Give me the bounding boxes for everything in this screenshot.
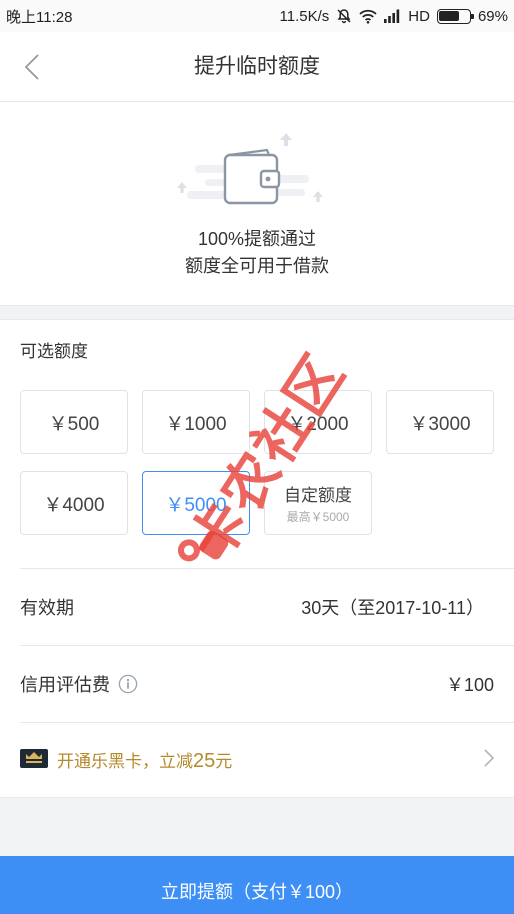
chevron-right-icon xyxy=(484,748,495,773)
promo-amount: 25 xyxy=(193,750,216,772)
battery-icon xyxy=(436,8,474,24)
info-icon[interactable] xyxy=(118,674,138,694)
amount-section-title: 可选额度 xyxy=(20,342,88,361)
promo-prefix: 开通乐黑卡，立减 xyxy=(57,752,193,771)
custom-amount-label: 自定额度 xyxy=(284,486,352,505)
wifi-icon xyxy=(359,9,377,24)
amount-option[interactable]: ￥2000 xyxy=(264,390,372,454)
bottom-spacer xyxy=(0,797,514,856)
page-title: 提升临时额度 xyxy=(194,55,320,78)
amount-option[interactable]: ￥500 xyxy=(20,390,128,454)
hero-section: 100%提额通过 额度全可用于借款 xyxy=(0,103,514,305)
fee-value: ￥100 xyxy=(445,675,494,695)
validity-value: 30天（至2017-10-11） xyxy=(301,598,484,618)
amount-option-selected[interactable]: ￥5000 xyxy=(142,471,250,535)
mute-icon xyxy=(336,8,352,24)
amount-option[interactable]: ￥4000 xyxy=(20,471,128,535)
amount-options: ￥500 ￥1000 ￥2000 ￥3000 ￥4000 ￥5000 自定额度 … xyxy=(20,390,494,535)
fee-label: 信用评估费 xyxy=(20,675,110,695)
status-time: 晚上11:28 xyxy=(6,8,73,26)
fee-row: 信用评估费 ￥100 xyxy=(0,646,514,722)
battery-percent: 69% xyxy=(477,7,508,25)
amount-option[interactable]: ￥3000 xyxy=(386,390,494,454)
network-speed: 11.5K/s xyxy=(279,7,330,25)
battery-level xyxy=(439,11,460,21)
app-screen: 晚上11:28 11.5K/s HD 69% 提升临时额度 100%提额通过 额… xyxy=(0,0,514,914)
validity-row: 有效期 30天（至2017-10-11） xyxy=(0,569,514,645)
promo-suffix: 元 xyxy=(215,752,233,771)
status-bar: 晚上11:28 11.5K/s HD 69% xyxy=(0,0,514,32)
chevron-left-icon xyxy=(24,54,39,80)
hero-subline: 额度全可用于借款 xyxy=(185,256,329,276)
black-card-promo[interactable]: 开通乐黑卡，立减25元 xyxy=(0,723,514,797)
custom-amount-max: 最高￥5000 xyxy=(286,510,350,524)
validity-label: 有效期 xyxy=(20,598,74,618)
amount-option[interactable]: ￥1000 xyxy=(142,390,250,454)
custom-amount-option[interactable]: 自定额度 最高￥5000 xyxy=(264,471,372,535)
network-type: HD xyxy=(408,7,430,25)
wallet-icon xyxy=(177,133,323,205)
back-button[interactable] xyxy=(12,47,52,87)
section-separator xyxy=(0,305,514,320)
submit-button[interactable]: 立即提额（支付￥100） xyxy=(0,856,514,914)
hero-headline: 100%提额通过 xyxy=(197,229,317,249)
signal-icon xyxy=(384,9,401,23)
status-icons: 11.5K/s HD 69% xyxy=(280,8,508,25)
nav-header: 提升临时额度 xyxy=(0,32,514,102)
promo-text: 开通乐黑卡，立减25元 xyxy=(57,747,232,773)
black-card-icon xyxy=(20,747,48,774)
